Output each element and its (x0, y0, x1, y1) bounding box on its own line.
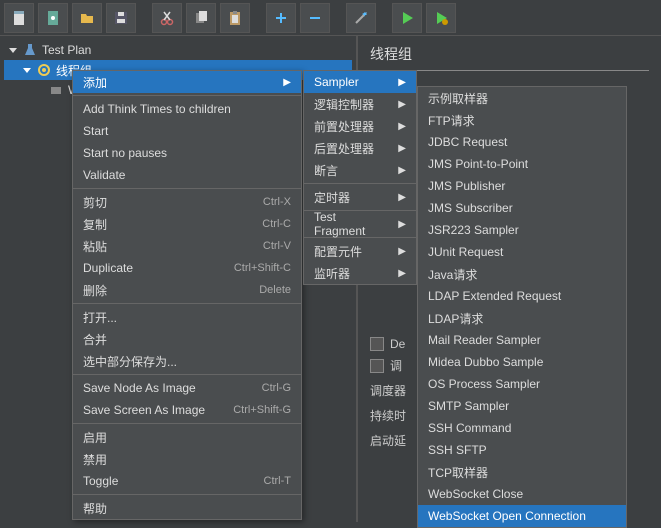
chevron-right-icon: ▶ (398, 192, 406, 203)
sampler-item[interactable]: WebSocket Open Connection (418, 505, 626, 527)
chevron-right-icon: ▶ (398, 165, 406, 176)
collapse-icon[interactable] (22, 65, 32, 75)
sampler-item[interactable]: JDBC Request (418, 131, 626, 153)
submenu-logic[interactable]: 逻辑控制器▶ (304, 93, 416, 115)
submenu-pre[interactable]: 前置处理器▶ (304, 115, 416, 137)
new-file-icon[interactable] (4, 3, 34, 33)
sampler-item[interactable]: WebSocket Close (418, 483, 626, 505)
sampler-item[interactable]: Java请求 (418, 263, 626, 285)
menu-help[interactable]: 帮助 (73, 497, 301, 519)
chevron-right-icon: ▶ (398, 246, 406, 257)
checkbox-icon[interactable] (370, 359, 384, 373)
menu-open[interactable]: 打开... (73, 306, 301, 328)
sampler-item[interactable]: JMS Publisher (418, 175, 626, 197)
sampler-item[interactable]: OS Process Sampler (418, 373, 626, 395)
default-checkbox-label: De (390, 337, 405, 351)
menu-cut[interactable]: 剪切Ctrl-X (73, 191, 301, 213)
minus-icon[interactable] (300, 3, 330, 33)
submenu-config[interactable]: 配置元件▶ (304, 240, 416, 262)
tree-root-label: Test Plan (42, 43, 91, 57)
cut-icon[interactable] (152, 3, 182, 33)
menu-delete[interactable]: 删除Delete (73, 279, 301, 301)
tree-root[interactable]: Test Plan (4, 40, 352, 60)
wand-icon[interactable] (346, 3, 376, 33)
chevron-right-icon: ▶ (398, 268, 406, 279)
menu-toggle[interactable]: ToggleCtrl-T (73, 470, 301, 492)
sampler-item[interactable]: TCP取样器 (418, 461, 626, 483)
chevron-right-icon: ▶ (398, 219, 406, 230)
chevron-right-icon: ▶ (398, 77, 406, 88)
run-alt-icon[interactable] (426, 3, 456, 33)
sampler-item[interactable]: SSH Command (418, 417, 626, 439)
menu-disable[interactable]: 禁用 (73, 448, 301, 470)
debug-checkbox-label: 调 (390, 357, 402, 374)
chevron-right-icon: ▶ (398, 99, 406, 110)
run-icon[interactable] (392, 3, 422, 33)
copy-icon[interactable] (186, 3, 216, 33)
chevron-right-icon: ▶ (398, 121, 406, 132)
menu-merge[interactable]: 合并 (73, 328, 301, 350)
menu-copy[interactable]: 复制Ctrl-C (73, 213, 301, 235)
chevron-right-icon: ▶ (398, 143, 406, 154)
sampler-submenu: 示例取样器FTP请求JDBC RequestJMS Point-to-Point… (417, 86, 627, 528)
sampler-item[interactable]: LDAP请求 (418, 307, 626, 329)
submenu-assert[interactable]: 断言▶ (304, 159, 416, 181)
sampler-item[interactable]: LDAP Extended Request (418, 285, 626, 307)
template-icon[interactable] (38, 3, 68, 33)
sampler-item[interactable]: Mail Reader Sampler (418, 329, 626, 351)
submenu-post[interactable]: 后置处理器▶ (304, 137, 416, 159)
menu-duplicate[interactable]: DuplicateCtrl+Shift-C (73, 257, 301, 279)
sampler-item[interactable]: Midea Dubbo Sample (418, 351, 626, 373)
gear-icon (36, 62, 52, 78)
sampler-item[interactable]: SMTP Sampler (418, 395, 626, 417)
chevron-right-icon: ▶ (283, 77, 291, 88)
menu-add-think-times[interactable]: Add Think Times to children (73, 98, 301, 120)
submenu-timer[interactable]: 定时器▶ (304, 186, 416, 208)
toolbar (0, 0, 661, 36)
sampler-item[interactable]: SSH SFTP (418, 439, 626, 461)
plus-icon[interactable] (266, 3, 296, 33)
collapse-icon[interactable] (8, 45, 18, 55)
menu-start[interactable]: Start (73, 120, 301, 142)
menu-start-no-pauses[interactable]: Start no pauses (73, 142, 301, 164)
sampler-item[interactable]: JMS Point-to-Point (418, 153, 626, 175)
panel-title: 线程组 (370, 44, 649, 71)
menu-paste[interactable]: 粘贴Ctrl-V (73, 235, 301, 257)
flask-icon (22, 42, 38, 58)
sampler-item[interactable]: JSR223 Sampler (418, 219, 626, 241)
menu-save-node[interactable]: Save Node As ImageCtrl-G (73, 377, 301, 399)
sampler-item[interactable]: FTP请求 (418, 109, 626, 131)
save-icon[interactable] (106, 3, 136, 33)
submenu-sampler[interactable]: Sampler▶ (304, 71, 416, 93)
sampler-item[interactable]: JUnit Request (418, 241, 626, 263)
sampler-item[interactable]: JMS Subscriber (418, 197, 626, 219)
menu-save-selection[interactable]: 选中部分保存为... (73, 350, 301, 372)
submenu-listener[interactable]: 监听器▶ (304, 262, 416, 284)
add-submenu: Sampler▶ 逻辑控制器▶ 前置处理器▶ 后置处理器▶ 断言▶ 定时器▶ T… (303, 70, 417, 285)
open-folder-icon[interactable] (72, 3, 102, 33)
menu-validate[interactable]: Validate (73, 164, 301, 186)
menu-save-screen[interactable]: Save Screen As ImageCtrl+Shift-G (73, 399, 301, 421)
sampler-icon (48, 82, 64, 98)
checkbox-icon[interactable] (370, 337, 384, 351)
paste-icon[interactable] (220, 3, 250, 33)
sampler-item[interactable]: 示例取样器 (418, 87, 626, 109)
menu-enable[interactable]: 启用 (73, 426, 301, 448)
submenu-fragment[interactable]: Test Fragment▶ (304, 213, 416, 235)
context-menu: 添加▶ Add Think Times to children Start St… (72, 70, 302, 520)
menu-add[interactable]: 添加▶ (73, 71, 301, 93)
